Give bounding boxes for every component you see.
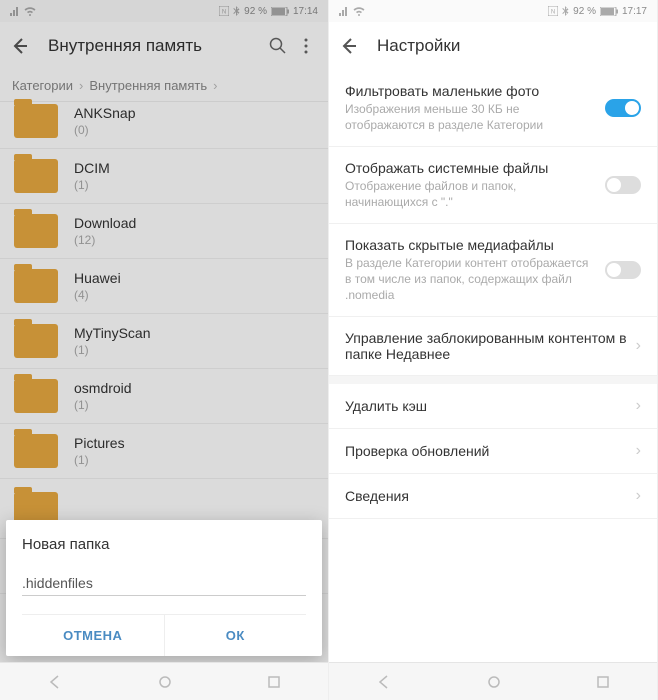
setting-title: Управление заблокированным контентом в п…	[345, 330, 628, 362]
wifi-icon	[353, 6, 365, 16]
clock-text: 17:17	[622, 6, 647, 17]
nav-recent-icon[interactable]	[267, 675, 281, 689]
setting-title: Проверка обновлений	[345, 443, 628, 459]
battery-icon	[600, 7, 618, 16]
setting-hidden-media[interactable]: Показать скрытые медиафайлы В разделе Ка…	[329, 224, 657, 317]
setting-clear-cache[interactable]: Удалить кэш ›	[329, 376, 657, 429]
chevron-right-icon: ›	[636, 442, 641, 460]
setting-title: Удалить кэш	[345, 398, 628, 414]
settings-list: Фильтровать маленькие фото Изображения м…	[329, 70, 657, 519]
setting-title: Фильтровать маленькие фото	[345, 83, 595, 99]
page-title: Настройки	[377, 36, 649, 56]
setting-blocked-content[interactable]: Управление заблокированным контентом в п…	[329, 317, 657, 376]
phone-left: N 92 % 17:14 Внутренняя память Категории…	[0, 0, 329, 700]
nav-bar	[329, 662, 657, 700]
nfc-icon: N	[548, 6, 558, 16]
chevron-right-icon: ›	[636, 397, 641, 415]
setting-filter-small-photos[interactable]: Фильтровать маленькие фото Изображения м…	[329, 70, 657, 147]
setting-title: Сведения	[345, 488, 628, 504]
svg-text:N: N	[551, 10, 555, 16]
chevron-right-icon: ›	[636, 337, 641, 355]
phone-right: N 92 % 17:17 Настройки Фильтровать мален…	[329, 0, 658, 700]
status-bar: N 92 % 17:17	[329, 0, 657, 22]
nav-back-icon[interactable]	[47, 674, 63, 690]
appbar: Настройки	[329, 22, 657, 70]
setting-subtitle: Изображения меньше 30 КБ не отображаются…	[345, 102, 595, 133]
signal-icon	[339, 6, 349, 16]
toggle-switch[interactable]	[605, 176, 641, 194]
cancel-button[interactable]: ОТМЕНА	[22, 615, 165, 656]
new-folder-dialog: Новая папка ОТМЕНА ОК	[6, 520, 322, 656]
arrow-left-icon	[339, 36, 359, 56]
ok-button[interactable]: ОК	[165, 615, 307, 656]
setting-about[interactable]: Сведения ›	[329, 474, 657, 519]
nav-home-icon[interactable]	[158, 675, 172, 689]
setting-subtitle: Отображение файлов и папок, начинающихся…	[345, 179, 595, 210]
nav-back-icon[interactable]	[376, 674, 392, 690]
setting-title: Отображать системные файлы	[345, 160, 595, 176]
battery-text: 92 %	[573, 6, 596, 17]
nav-recent-icon[interactable]	[596, 675, 610, 689]
setting-title: Показать скрытые медиафайлы	[345, 237, 595, 253]
toggle-switch[interactable]	[605, 261, 641, 279]
dialog-title: Новая папка	[22, 536, 306, 553]
nav-home-icon[interactable]	[487, 675, 501, 689]
bluetooth-icon	[562, 6, 569, 16]
back-button[interactable]	[337, 34, 361, 58]
setting-check-updates[interactable]: Проверка обновлений ›	[329, 429, 657, 474]
chevron-right-icon: ›	[636, 487, 641, 505]
folder-name-input[interactable]	[22, 571, 306, 596]
setting-system-files[interactable]: Отображать системные файлы Отображение ф…	[329, 147, 657, 224]
setting-subtitle: В разделе Категории контент отображается…	[345, 256, 595, 303]
toggle-switch[interactable]	[605, 99, 641, 117]
nav-bar	[0, 662, 328, 700]
